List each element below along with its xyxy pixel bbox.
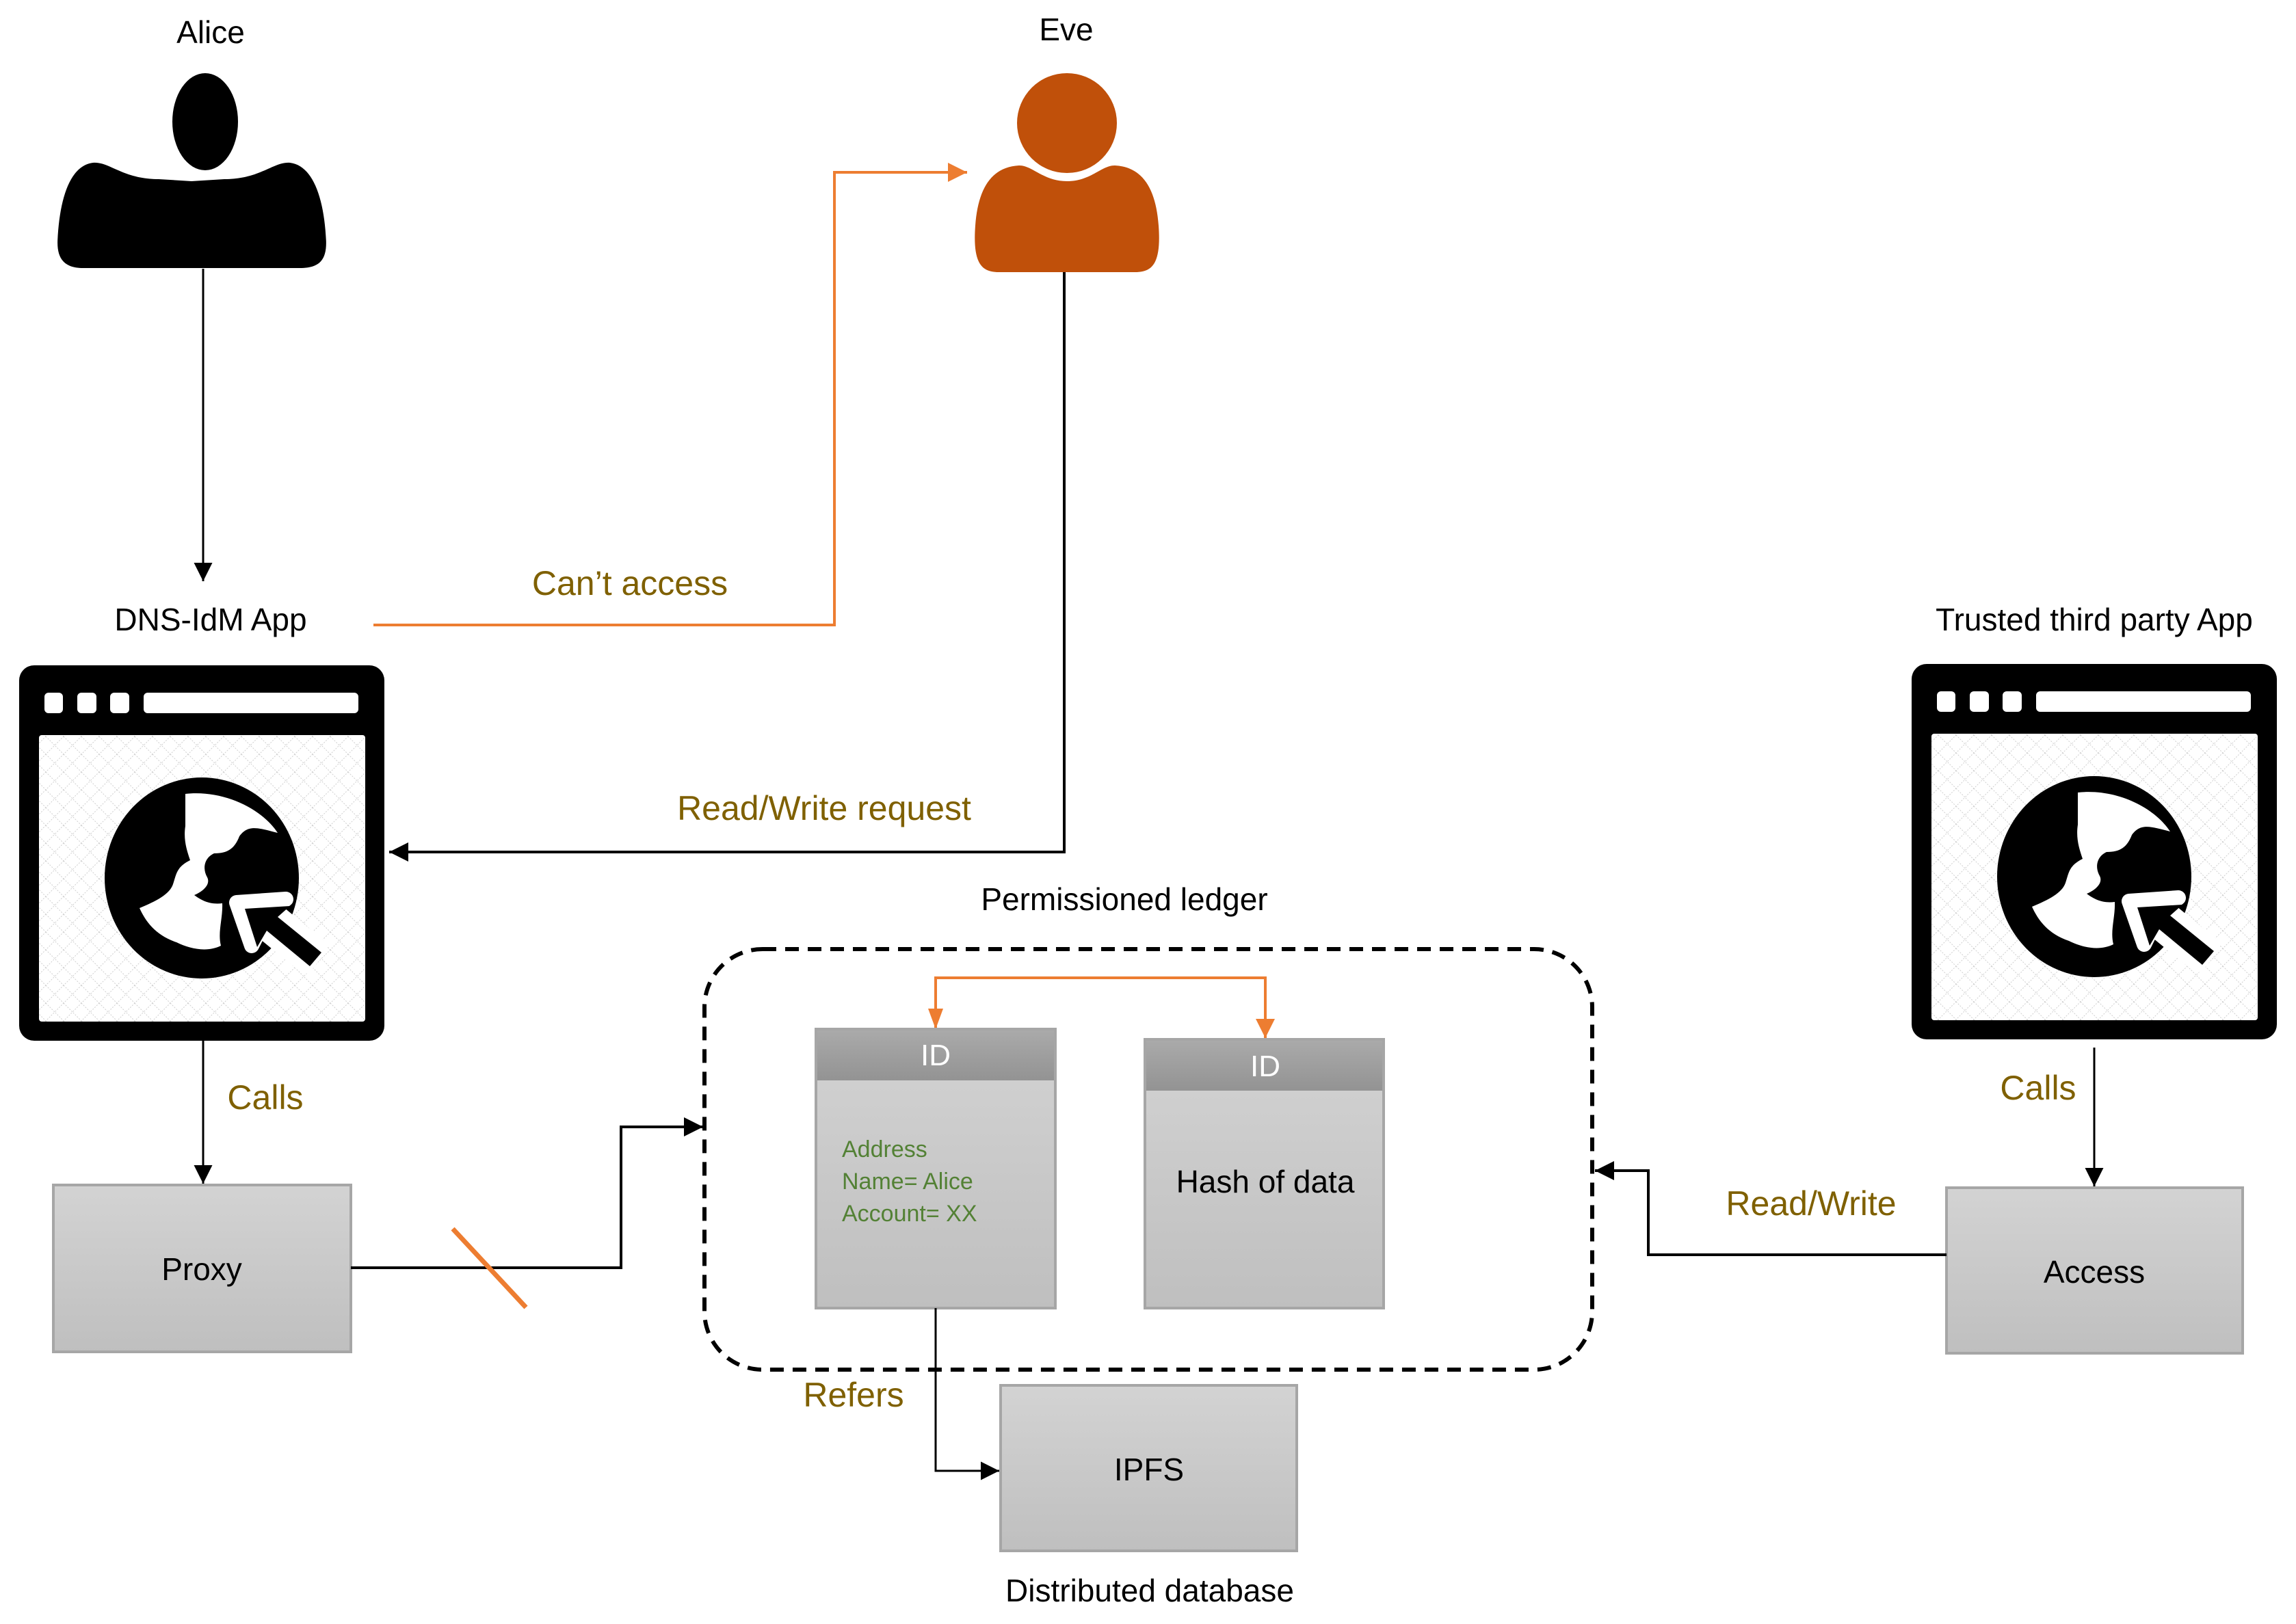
dns-idm-app-label: DNS-IdM App [114, 602, 306, 637]
proxy-to-ledger-edge [351, 1117, 703, 1269]
ledger-record-hash[interactable]: ID Hash of data [1144, 1038, 1385, 1309]
access-box[interactable]: Access [1945, 1186, 2244, 1355]
diagram-canvas: Alice DNS-IdM App Can’t access Eve Read/… [0, 12, 2296, 1608]
ipfs-box[interactable]: IPFS [999, 1384, 1298, 1552]
alice-body [57, 162, 326, 268]
distributed-database-label: Distributed database [1005, 1573, 1294, 1608]
trusted-third-party-app-browser-globe-icon[interactable] [1912, 664, 2277, 1039]
alice-head [172, 73, 238, 170]
dns-idm-app-browser-globe-icon[interactable] [19, 665, 384, 1041]
record-1-id-header: ID [921, 1039, 951, 1072]
id-link-arrow-left [928, 1009, 943, 1029]
calls-right-label: Calls [2000, 1069, 2076, 1107]
permissioned-ledger-label: Permissioned ledger [981, 881, 1267, 917]
read-write-request-label: Read/Write request [677, 789, 971, 827]
cant-access-label: Can’t access [532, 564, 728, 602]
read-write-label: Read/Write [1726, 1184, 1896, 1223]
cant-access-edge [373, 163, 967, 626]
refers-edge [934, 1308, 999, 1480]
ipfs-label: IPFS [1114, 1452, 1184, 1487]
eve-head [1017, 73, 1117, 173]
ledger-record-identity[interactable]: ID Address Name= Alice Account= XX [815, 1028, 1057, 1309]
refers-label: Refers [803, 1376, 903, 1414]
proxy-label: Proxy [161, 1251, 242, 1287]
access-label: Access [2044, 1254, 2145, 1290]
eve-person-icon[interactable] [975, 73, 1159, 272]
record-1-line-account: Account= XX [842, 1201, 977, 1227]
eve-body [975, 165, 1159, 272]
record-1-line-name: Name= Alice [842, 1169, 973, 1195]
proxy-box[interactable]: Proxy [52, 1184, 352, 1353]
alice-person-icon[interactable] [57, 73, 326, 268]
record-2-hash-of-data: Hash of data [1176, 1164, 1355, 1199]
record-2-id-header: ID [1250, 1050, 1280, 1083]
eve-read-write-request-edge [389, 272, 1066, 862]
record-1-line-address: Address [842, 1136, 927, 1162]
eve-label: Eve [1039, 12, 1093, 47]
trusted-third-party-app-label: Trusted third party App [1936, 602, 2253, 637]
alice-label: Alice [176, 14, 245, 50]
calls-left-label: Calls [227, 1078, 303, 1117]
